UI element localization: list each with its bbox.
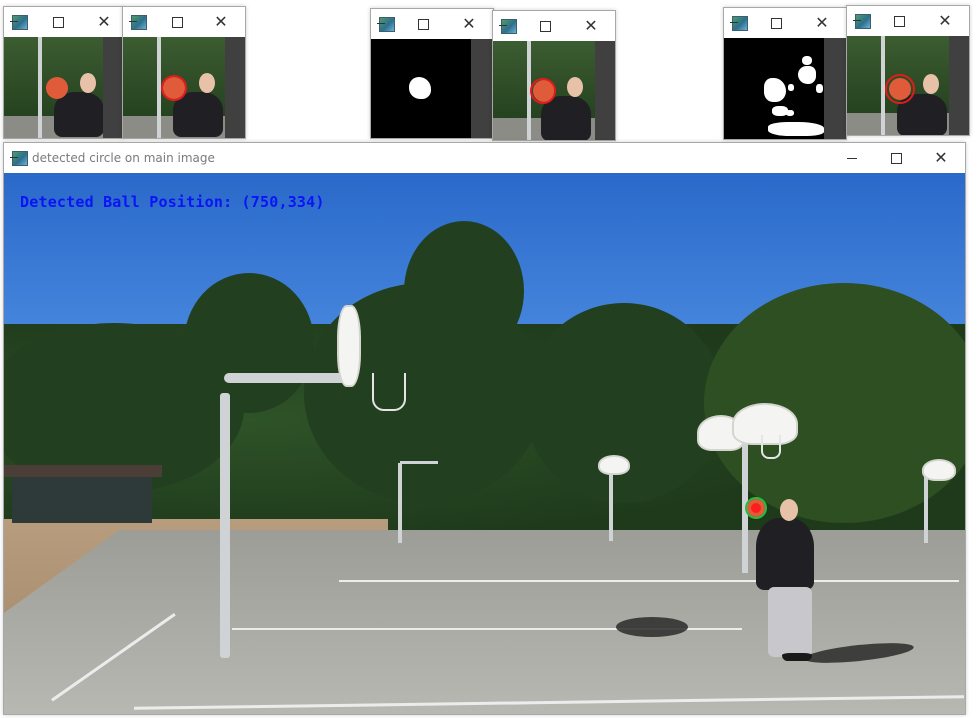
frame-image — [493, 41, 615, 140]
maximize-button[interactable] — [46, 11, 70, 33]
close-button[interactable]: ✕ — [929, 147, 953, 169]
maximize-button[interactable] — [884, 147, 908, 169]
main-image: Detected Ball Position: (750,334) — [4, 173, 965, 714]
close-button[interactable]: ✕ — [933, 10, 957, 32]
preview-window-frame[interactable]: ✕ — [3, 6, 124, 139]
maximize-button[interactable] — [533, 15, 557, 37]
opencv-window-icon — [10, 15, 28, 30]
title-bar[interactable]: ✕ — [4, 7, 123, 37]
close-button[interactable]: ✕ — [810, 12, 834, 34]
opencv-window-icon — [853, 14, 871, 29]
ball-center-marker — [751, 503, 761, 513]
frame-image — [4, 37, 123, 138]
close-button[interactable]: ✕ — [209, 11, 233, 33]
mask-image — [371, 39, 493, 138]
opencv-window-icon — [129, 15, 147, 30]
opencv-window-icon — [730, 16, 748, 31]
maximize-button[interactable] — [411, 13, 435, 35]
preview-window-circle[interactable]: ✕ — [122, 6, 246, 139]
maximize-button[interactable] — [165, 11, 189, 33]
close-button[interactable]: ✕ — [457, 13, 481, 35]
window-title: detected circle on main image — [32, 151, 215, 165]
close-button[interactable]: ✕ — [92, 11, 116, 33]
title-bar[interactable]: ✕ — [493, 11, 615, 41]
preview-window-circle-3[interactable]: ✕ — [846, 5, 970, 136]
candidate-circle-marker — [530, 78, 556, 104]
title-bar[interactable]: ✕ — [847, 6, 969, 36]
opencv-window-icon — [377, 17, 395, 32]
opencv-window-icon — [499, 19, 517, 34]
title-bar[interactable]: detected circle on main image ✕ — [4, 143, 965, 173]
minimize-button[interactable] — [840, 147, 864, 169]
candidate-circle-marker — [161, 75, 187, 101]
candidate-circle-marker — [885, 74, 915, 104]
mask-image — [724, 38, 846, 139]
frame-image — [847, 36, 969, 135]
preview-window-circle-2[interactable]: ✕ — [492, 10, 616, 141]
main-image-window[interactable]: detected circle on main image ✕ Detected… — [3, 142, 966, 715]
detected-ball-position-label: Detected Ball Position: (750,334) — [20, 193, 325, 211]
maximize-button[interactable] — [887, 10, 911, 32]
frame-image — [123, 37, 245, 138]
title-bar[interactable]: ✕ — [724, 8, 846, 38]
mask-window-2[interactable]: ✕ — [723, 7, 847, 140]
title-bar[interactable]: ✕ — [123, 7, 245, 37]
close-button[interactable]: ✕ — [579, 15, 603, 37]
maximize-button[interactable] — [764, 12, 788, 34]
mask-window[interactable]: ✕ — [370, 8, 494, 139]
title-bar[interactable]: ✕ — [371, 9, 493, 39]
opencv-window-icon — [10, 151, 28, 166]
